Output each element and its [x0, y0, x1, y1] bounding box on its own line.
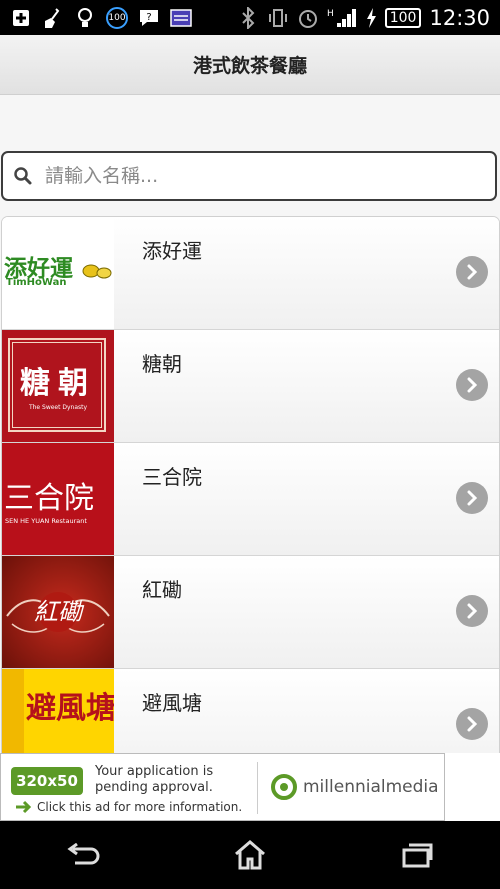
ad-click-label: Click this ad for more information. — [37, 800, 243, 814]
arrow-right-icon — [16, 800, 32, 814]
alarm-icon — [297, 7, 319, 29]
restaurant-logo: 避風塘 — [2, 669, 114, 753]
calendar-icon — [170, 7, 192, 29]
restaurant-name: 避風塘 — [142, 691, 202, 715]
status-bar: 100 ? H 100 12:30 — [0, 0, 500, 35]
logo-subtext: The Sweet Dynasty — [28, 404, 88, 411]
ad-message: Your application is pending approval. — [95, 764, 214, 795]
restaurant-logo: 三合院 SEN HE YUAN Restaurant — [2, 443, 114, 555]
chevron-right-icon[interactable] — [456, 595, 488, 627]
signal-icon: H — [327, 7, 357, 29]
broom-icon — [42, 7, 64, 29]
chat-icon: ? — [138, 7, 160, 29]
logo-subtext: SEN HE YUAN Restaurant — [5, 517, 87, 525]
list-item[interactable]: 糖朝 The Sweet Dynasty 糖朝 — [2, 330, 499, 443]
ad-divider — [257, 762, 258, 814]
logo-text: 紅磡 — [34, 598, 82, 626]
home-button[interactable] — [220, 835, 280, 875]
logo-subtext: TimHoWan — [6, 277, 67, 288]
chevron-right-icon[interactable] — [456, 482, 488, 514]
search-icon — [13, 166, 33, 186]
restaurant-logo: 紅磡 — [2, 556, 114, 668]
badge-100-icon: 100 — [106, 6, 128, 29]
search-bar — [0, 151, 500, 203]
list-item[interactable]: 添好運 TimHoWan 添好運 — [2, 217, 499, 330]
ad-banner[interactable]: 320x50 Your application is pending appro… — [0, 753, 445, 821]
restaurant-name: 糖朝 — [142, 352, 182, 376]
battery-icon: 100 — [384, 7, 422, 28]
list-item[interactable]: 紅磡 紅磡 — [2, 556, 499, 669]
bluetooth-icon — [237, 6, 259, 29]
restaurant-logo: 糖朝 The Sweet Dynasty — [2, 330, 114, 442]
logo-text: 三合院 — [4, 481, 94, 516]
dimsum-icon — [82, 264, 112, 279]
bulb-icon — [74, 7, 96, 29]
svg-text:H: H — [327, 9, 334, 19]
add-icon — [10, 7, 32, 29]
restaurant-list: 添好運 TimHoWan 添好運 糖朝 The Sweet Dynasty 糖朝 — [1, 216, 500, 753]
chevron-right-icon[interactable] — [456, 708, 488, 740]
status-time: 12:30 — [429, 5, 490, 30]
search-input[interactable] — [43, 164, 467, 188]
svg-text:?: ? — [146, 12, 151, 23]
page-title: 港式飲茶餐廳 — [192, 55, 307, 77]
list-item[interactable]: 三合院 SEN HE YUAN Restaurant 三合院 — [2, 443, 499, 556]
restaurant-name: 三合院 — [142, 465, 202, 489]
chevron-right-icon[interactable] — [456, 369, 488, 401]
system-nav-bar — [0, 821, 500, 889]
search-field[interactable] — [1, 151, 497, 201]
list-item[interactable]: 避風塘 避風塘 — [2, 669, 499, 753]
ad-spacer — [445, 753, 500, 821]
chevron-right-icon[interactable] — [456, 256, 488, 288]
main-content: 添好運 TimHoWan 添好運 糖朝 The Sweet Dynasty 糖朝 — [0, 95, 500, 753]
app-header: 港式飲茶餐廳 — [0, 35, 500, 95]
restaurant-name: 添好運 — [142, 239, 202, 263]
restaurant-logo: 添好運 TimHoWan — [2, 217, 114, 329]
ad-click-text[interactable]: Click this ad for more information. — [15, 800, 242, 814]
ad-brand-label: millennialmedia — [303, 777, 439, 797]
back-button[interactable] — [53, 835, 113, 875]
millennialmedia-logo-icon — [271, 774, 297, 800]
recents-icon — [402, 843, 433, 868]
ad-brand: millennialmedia — [271, 774, 439, 800]
recents-button[interactable] — [387, 835, 447, 875]
restaurant-name: 紅磡 — [142, 578, 182, 602]
charging-icon — [365, 7, 377, 29]
logo-text: 糖朝 — [20, 366, 96, 401]
home-icon — [235, 840, 265, 870]
vibrate-icon — [267, 7, 289, 29]
logo-text: 避風塘 — [26, 691, 114, 726]
back-icon — [67, 843, 100, 865]
ad-size-badge: 320x50 — [11, 767, 83, 795]
